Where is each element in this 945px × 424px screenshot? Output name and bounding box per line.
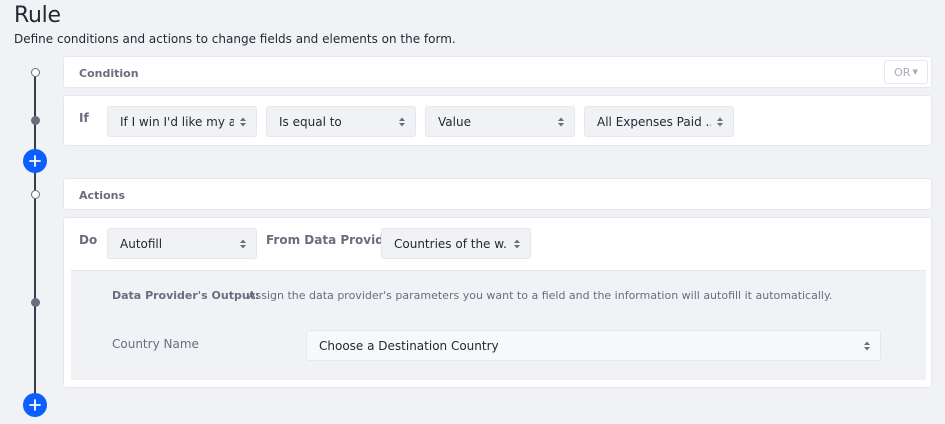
first-operand-value: If I win I'd like my a...	[120, 114, 234, 129]
second-operand-select[interactable]: All Expenses Paid ...	[584, 106, 734, 137]
destination-field-select[interactable]: Choose a Destination Country	[306, 330, 881, 361]
data-provider-output-description: Assign the data provider's parameters yo…	[248, 289, 833, 302]
select-arrows-icon	[864, 341, 870, 350]
country-name-label: Country Name	[112, 337, 199, 351]
data-provider-select[interactable]: Countries of the w...	[381, 228, 531, 259]
select-arrows-icon	[240, 117, 246, 126]
first-operand-select[interactable]: If I win I'd like my a...	[107, 106, 257, 137]
second-operand-type-value: Value	[438, 114, 471, 129]
data-provider-value: Countries of the w...	[394, 236, 508, 251]
select-arrows-icon	[558, 117, 564, 126]
destination-field-value: Choose a Destination Country	[319, 338, 499, 353]
plus-icon	[29, 155, 41, 167]
if-label: If	[79, 111, 89, 125]
condition-timeline-node	[30, 67, 40, 77]
actions-header: Actions	[79, 189, 125, 202]
or-label: OR	[894, 65, 911, 79]
action-row-panel: Do Autofill From Data Provider Countries…	[63, 217, 932, 388]
action-select[interactable]: Autofill	[107, 228, 257, 259]
plus-icon	[29, 399, 41, 411]
data-provider-output-panel: Data Provider's Output: Assign the data …	[71, 270, 926, 380]
add-action-button[interactable]	[23, 393, 47, 417]
page-title: Rule	[14, 3, 61, 28]
condition-header-panel: Condition OR ▼	[63, 56, 932, 88]
select-arrows-icon	[717, 117, 723, 126]
do-timeline-node	[30, 297, 40, 307]
second-operand-value: All Expenses Paid ...	[597, 114, 711, 129]
select-arrows-icon	[240, 239, 246, 248]
condition-header: Condition	[79, 67, 139, 80]
second-operand-type-select[interactable]: Value	[425, 106, 575, 137]
operator-value: Is equal to	[279, 114, 342, 129]
caret-down-icon: ▼	[912, 68, 918, 76]
actions-header-panel: Actions	[63, 178, 932, 210]
page-description: Define conditions and actions to change …	[14, 32, 456, 46]
actions-timeline-node	[30, 189, 40, 199]
or-dropdown-button[interactable]: OR ▼	[884, 60, 928, 84]
operator-select[interactable]: Is equal to	[266, 106, 416, 137]
from-data-provider-label: From Data Provider	[266, 233, 398, 247]
data-provider-output-label: Data Provider's Output:	[112, 289, 260, 302]
do-label: Do	[79, 233, 98, 247]
if-timeline-node	[30, 115, 40, 125]
select-arrows-icon	[514, 239, 520, 248]
add-condition-button[interactable]	[23, 149, 47, 173]
action-value: Autofill	[120, 236, 163, 251]
condition-row-panel: If If I win I'd like my a... Is equal to…	[63, 95, 932, 146]
select-arrows-icon	[399, 117, 405, 126]
